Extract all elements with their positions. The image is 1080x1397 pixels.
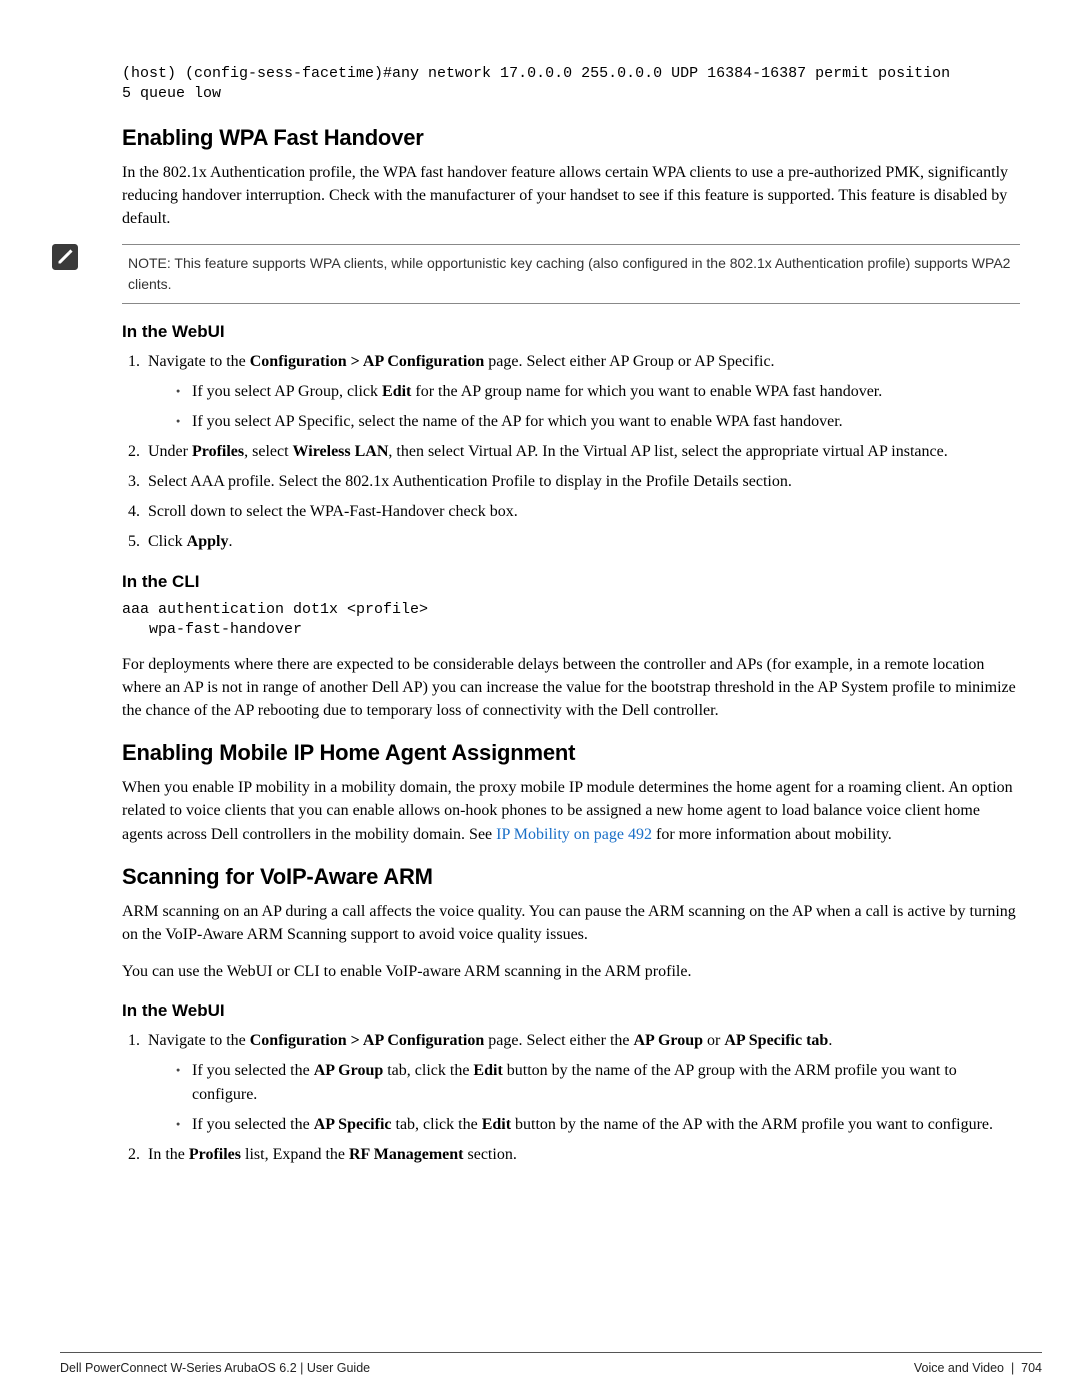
paragraph: You can use the WebUI or CLI to enable V… bbox=[122, 960, 1020, 983]
text: . bbox=[828, 1032, 832, 1049]
paragraph: For deployments where there are expected… bbox=[122, 653, 1020, 723]
text-bold: AP Group bbox=[314, 1062, 384, 1079]
text-bold: AP Specific tab bbox=[724, 1032, 828, 1049]
heading-wpa-fast-handover: Enabling WPA Fast Handover bbox=[122, 125, 1020, 151]
ordered-list: Navigate to the Configuration > AP Confi… bbox=[122, 1029, 1020, 1167]
list-item: Select AAA profile. Select the 802.1x Au… bbox=[144, 470, 1020, 494]
subheading-webui: In the WebUI bbox=[122, 322, 1020, 342]
paragraph: When you enable IP mobility in a mobilit… bbox=[122, 776, 1020, 846]
text: for the AP group name for which you want… bbox=[411, 383, 882, 400]
list-item: Navigate to the Configuration > AP Confi… bbox=[144, 350, 1020, 434]
text: If you selected the bbox=[192, 1062, 314, 1079]
text-bold: AP Specific bbox=[314, 1116, 392, 1133]
text: list, Expand the bbox=[241, 1146, 349, 1163]
list-item: If you selected the AP Group tab, click … bbox=[176, 1059, 1020, 1107]
text-bold: RF Management bbox=[349, 1146, 464, 1163]
text: tab, click the bbox=[392, 1116, 482, 1133]
list-item: Navigate to the Configuration > AP Confi… bbox=[144, 1029, 1020, 1137]
list-item: Under Profiles, select Wireless LAN, the… bbox=[144, 440, 1020, 464]
ordered-list: Navigate to the Configuration > AP Confi… bbox=[122, 350, 1020, 554]
text: for more information about mobility. bbox=[652, 826, 892, 843]
list-item: If you select AP Group, click Edit for t… bbox=[176, 380, 1020, 404]
list-item: Click Apply. bbox=[144, 530, 1020, 554]
text: button by the name of the AP with the AR… bbox=[511, 1116, 993, 1133]
bullet-list: If you selected the AP Group tab, click … bbox=[148, 1059, 1020, 1137]
note-pencil-icon bbox=[52, 244, 78, 270]
subheading-webui: In the WebUI bbox=[122, 1001, 1020, 1021]
text-bold: Apply bbox=[187, 533, 229, 550]
list-item: If you select AP Specific, select the na… bbox=[176, 410, 1020, 434]
code-block-cli: aaa authentication dot1x <profile> wpa-f… bbox=[122, 600, 1020, 641]
heading-mobile-ip: Enabling Mobile IP Home Agent Assignment bbox=[122, 740, 1020, 766]
bullet-list: If you select AP Group, click Edit for t… bbox=[148, 380, 1020, 434]
page-footer: Dell PowerConnect W-Series ArubaOS 6.2 |… bbox=[60, 1352, 1042, 1375]
text: Navigate to the bbox=[148, 353, 250, 370]
paragraph: In the 802.1x Authentication profile, th… bbox=[122, 161, 1020, 231]
list-item: In the Profiles list, Expand the RF Mana… bbox=[144, 1143, 1020, 1167]
paragraph: ARM scanning on an AP during a call affe… bbox=[122, 900, 1020, 946]
text: If you selected the bbox=[192, 1116, 314, 1133]
text: . bbox=[228, 533, 232, 550]
text-bold: Edit bbox=[382, 383, 411, 400]
text: In the bbox=[148, 1146, 189, 1163]
text: , then select Virtual AP. In the Virtual… bbox=[388, 443, 947, 460]
text-bold: Profiles bbox=[189, 1146, 241, 1163]
list-item: If you selected the AP Specific tab, cli… bbox=[176, 1113, 1020, 1137]
heading-voip-arm: Scanning for VoIP-Aware ARM bbox=[122, 864, 1020, 890]
text: tab, click the bbox=[383, 1062, 473, 1079]
subheading-cli: In the CLI bbox=[122, 572, 1020, 592]
text-bold: Wireless LAN bbox=[293, 443, 389, 460]
text: section. bbox=[464, 1146, 517, 1163]
text: If you select AP Group, click bbox=[192, 383, 382, 400]
text: Click bbox=[148, 533, 187, 550]
list-item: Scroll down to select the WPA-Fast-Hando… bbox=[144, 500, 1020, 524]
text-bold: Configuration > AP Configuration bbox=[250, 1032, 484, 1049]
code-block-top: (host) (config-sess-facetime)#any networ… bbox=[122, 64, 1020, 105]
text: Navigate to the bbox=[148, 1032, 250, 1049]
text-bold: AP Group bbox=[634, 1032, 704, 1049]
text-bold: Edit bbox=[473, 1062, 502, 1079]
text: page. Select either the bbox=[484, 1032, 633, 1049]
text: or bbox=[703, 1032, 724, 1049]
text-bold: Edit bbox=[482, 1116, 511, 1133]
text-bold: Configuration > AP Configuration bbox=[250, 353, 484, 370]
footer-right: Voice and Video | 704 bbox=[914, 1361, 1042, 1375]
text: page. Select either AP Group or AP Speci… bbox=[484, 353, 774, 370]
text: Under bbox=[148, 443, 192, 460]
note-box: NOTE: This feature supports WPA clients,… bbox=[122, 244, 1020, 304]
footer-left: Dell PowerConnect W-Series ArubaOS 6.2 |… bbox=[60, 1361, 370, 1375]
link-ip-mobility[interactable]: IP Mobility on page 492 bbox=[496, 826, 652, 843]
text: , select bbox=[244, 443, 292, 460]
text-bold: Profiles bbox=[192, 443, 244, 460]
